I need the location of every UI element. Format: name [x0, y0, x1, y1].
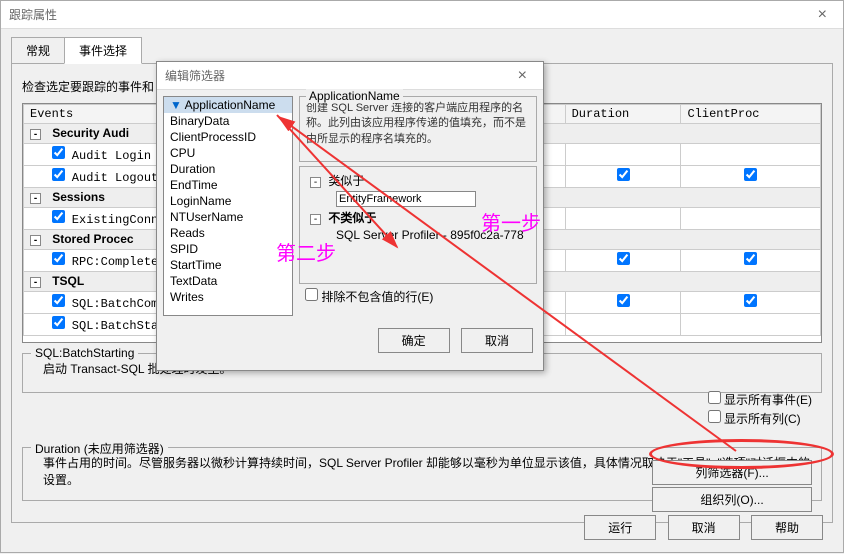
tree-notlike[interactable]: - 不类似于 — [306, 208, 530, 227]
grid-cell-check[interactable] — [681, 144, 821, 166]
grid-header[interactable]: ClientProc — [681, 105, 821, 124]
event-check[interactable] — [52, 168, 65, 181]
close-icon[interactable]: × — [810, 6, 835, 24]
window-title: 跟踪属性 — [9, 6, 810, 23]
grid-cell-check[interactable] — [681, 208, 821, 230]
grid-cell-check[interactable] — [565, 144, 681, 166]
event-check[interactable] — [52, 316, 65, 329]
edit-filter-dialog: 编辑筛选器 × ▼ ApplicationNameBinaryDataClien… — [156, 61, 544, 371]
dlg-title: 编辑筛选器 — [165, 67, 510, 84]
grid-cell-check[interactable] — [681, 292, 821, 314]
column-item[interactable]: EndTime — [164, 177, 292, 193]
detail2-legend: Duration (未应用筛选器) — [31, 440, 168, 457]
tab-events[interactable]: 事件选择 — [64, 37, 142, 64]
col-filter-button[interactable]: 列筛选器(F)... — [652, 460, 812, 485]
grid-cell-check[interactable] — [565, 250, 681, 272]
grid-cell-check[interactable] — [681, 250, 821, 272]
field-legend: ApplicationName — [306, 89, 403, 103]
dlg-ok-button[interactable]: 确定 — [378, 328, 450, 353]
column-item[interactable]: LoginName — [164, 193, 292, 209]
column-list[interactable]: ▼ ApplicationNameBinaryDataClientProcess… — [163, 96, 293, 316]
column-item[interactable]: BinaryData — [164, 113, 292, 129]
exclude-empty-check[interactable]: 排除不包含值的行(E) — [305, 290, 433, 304]
show-all-cols[interactable]: 显示所有列(C) — [708, 410, 812, 427]
cancel-button[interactable]: 取消 — [668, 515, 740, 540]
column-item[interactable]: Duration — [164, 161, 292, 177]
grid-cell-check[interactable] — [681, 314, 821, 336]
column-item[interactable]: Writes — [164, 289, 292, 305]
grid-cell-check[interactable] — [565, 208, 681, 230]
notlike-item: SQL Server Profiler - 895f0c2a-778 — [306, 227, 530, 243]
detail1-legend: SQL:BatchStarting — [31, 346, 138, 360]
dlg-close-icon[interactable]: × — [510, 67, 535, 85]
event-check[interactable] — [52, 252, 65, 265]
tree-like[interactable]: - 类似于 — [306, 171, 530, 190]
tree-toggle-icon[interactable]: - — [310, 214, 321, 225]
grid-cell-check[interactable] — [565, 166, 681, 188]
column-item[interactable]: StartTime — [164, 257, 292, 273]
tree-toggle-icon[interactable]: - — [310, 177, 321, 188]
event-check[interactable] — [52, 146, 65, 159]
grid-cell-check[interactable] — [565, 292, 681, 314]
column-item[interactable]: Reads — [164, 225, 292, 241]
grid-cell-check[interactable] — [681, 166, 821, 188]
column-item[interactable]: SPID — [164, 241, 292, 257]
column-item[interactable]: NTUserName — [164, 209, 292, 225]
run-button[interactable]: 运行 — [584, 515, 656, 540]
tab-general[interactable]: 常规 — [11, 37, 65, 64]
column-item[interactable]: ClientProcessID — [164, 129, 292, 145]
column-item[interactable]: CPU — [164, 145, 292, 161]
like-value-input[interactable] — [336, 191, 476, 207]
organize-cols-button[interactable]: 组织列(O)... — [652, 487, 812, 512]
dlg-cancel-button[interactable]: 取消 — [461, 328, 533, 353]
grid-header[interactable]: Duration — [565, 105, 681, 124]
column-item[interactable]: TextData — [164, 273, 292, 289]
event-check[interactable] — [52, 210, 65, 223]
event-check[interactable] — [52, 294, 65, 307]
show-all-events[interactable]: 显示所有事件(E) — [708, 391, 812, 408]
field-desc: 创建 SQL Server 连接的客户端应用程序的名称。此列由该应用程序传递的值… — [306, 101, 530, 147]
column-item[interactable]: ▼ ApplicationName — [164, 97, 292, 113]
grid-cell-check[interactable] — [565, 314, 681, 336]
help-button[interactable]: 帮助 — [751, 515, 823, 540]
